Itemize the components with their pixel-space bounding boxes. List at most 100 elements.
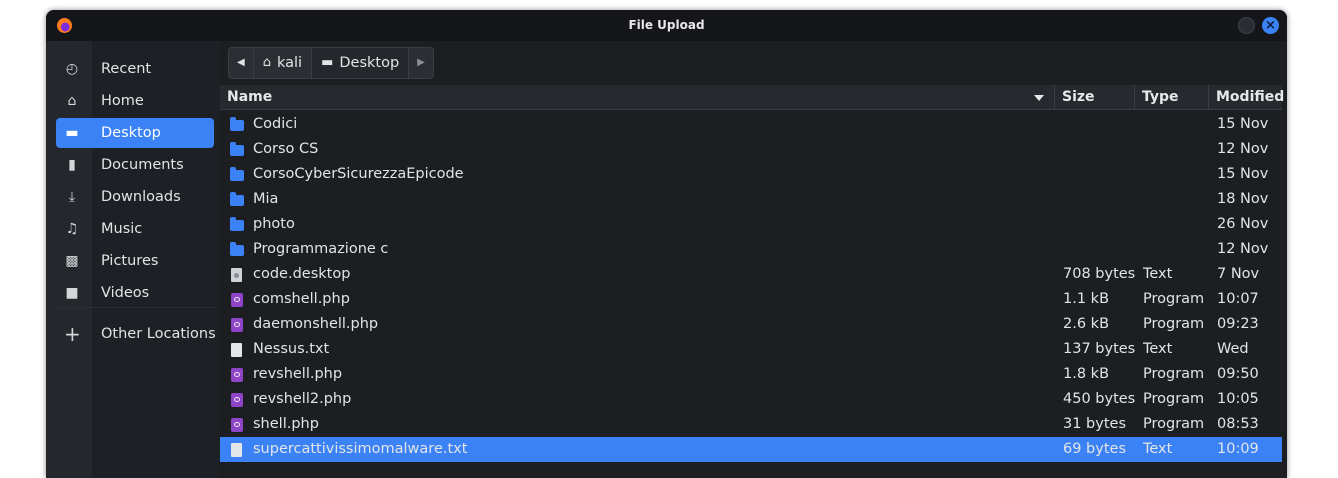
column-label: Type xyxy=(1142,89,1179,105)
column-label: Name xyxy=(227,89,273,105)
column-header-size[interactable]: Size xyxy=(1055,85,1135,109)
desktop-icon: ▬ xyxy=(321,55,334,70)
sidebar-item-desktop[interactable]: ▬ Desktop xyxy=(56,118,214,148)
path-back-button[interactable]: ◀ xyxy=(229,48,254,78)
sidebar-item-label: Pictures xyxy=(101,253,159,269)
sidebar-item-label: Documents xyxy=(101,157,184,173)
path-segment-desktop[interactable]: ▬ Desktop xyxy=(312,48,410,78)
column-header-type[interactable]: Type xyxy=(1135,85,1209,109)
file-size: 1.1 kB xyxy=(1063,291,1110,307)
folder-icon xyxy=(230,242,244,256)
file-size: 708 bytes xyxy=(1063,266,1136,282)
chevron-right-icon: ▶ xyxy=(417,57,425,68)
sidebar-item-label: Downloads xyxy=(101,189,181,205)
music-icon: ♫ xyxy=(65,221,79,237)
path-forward-button[interactable]: ▶ xyxy=(409,48,433,78)
path-segment-label: kali xyxy=(276,55,303,71)
file-size: 69 bytes xyxy=(1063,441,1127,457)
file-type: Text xyxy=(1143,266,1173,282)
close-button[interactable]: × xyxy=(1262,17,1279,34)
sidebar-item-label: Desktop xyxy=(101,125,161,141)
file-modified: 09:50 xyxy=(1217,366,1259,382)
file-modified: 15 Nov xyxy=(1217,166,1269,182)
file-type: Program xyxy=(1143,416,1205,432)
file-browser: ◀ ⌂ kali ▬ Desktop ▶ Name Size Type Modi… xyxy=(220,41,1287,478)
file-row[interactable]: Codici 15 Nov xyxy=(220,112,1282,137)
file-modified: 12 Nov xyxy=(1217,141,1269,157)
file-type: Program xyxy=(1143,291,1205,307)
file-name: Programmazione c xyxy=(253,241,389,257)
column-label: Size xyxy=(1062,89,1095,105)
folder-icon xyxy=(230,117,244,131)
file-modified: 10:09 xyxy=(1217,441,1259,457)
file-size: 450 bytes xyxy=(1063,391,1136,407)
file-modified: Wed xyxy=(1217,341,1249,357)
clock-icon: ◴ xyxy=(65,61,79,77)
file-type: Program xyxy=(1143,316,1205,332)
file-size: 137 bytes xyxy=(1063,341,1136,357)
column-header-modified[interactable]: Modified xyxy=(1209,85,1285,109)
window-title: File Upload xyxy=(628,18,705,32)
sidebar-item-label: Recent xyxy=(101,61,152,77)
video-icon: ■ xyxy=(65,285,79,301)
path-segment-label: Desktop xyxy=(339,55,400,71)
chevron-left-icon: ◀ xyxy=(237,57,245,68)
sidebar-item-other-locations[interactable]: + Other Locations xyxy=(56,319,216,349)
file-row[interactable]: Nessus.txt 137 bytes Text Wed xyxy=(220,337,1282,362)
file-row[interactable]: code.desktop 708 bytes Text 7 Nov xyxy=(220,262,1282,287)
file-row[interactable]: Corso CS 12 Nov xyxy=(220,137,1282,162)
sidebar-item-label: Other Locations xyxy=(101,326,216,342)
file-row[interactable]: revshell.php 1.8 kB Program 09:50 xyxy=(220,362,1282,387)
file-row[interactable]: photo 26 Nov xyxy=(220,212,1282,237)
sidebar-item-label: Videos xyxy=(101,285,150,301)
file-name: Codici xyxy=(253,116,298,132)
file-modified: 18 Nov xyxy=(1217,191,1269,207)
file-row[interactable]: supercattivissimomalware.txt 69 bytes Text… xyxy=(220,437,1282,462)
minimize-button[interactable] xyxy=(1238,17,1255,34)
sidebar-item-downloads[interactable]: ⤓ Downloads xyxy=(56,182,214,212)
file-row[interactable]: Mia 18 Nov xyxy=(220,187,1282,212)
file-name: comshell.php xyxy=(253,291,350,307)
sort-descending-icon xyxy=(1034,95,1044,101)
file-modified: 15 Nov xyxy=(1217,116,1269,132)
file-row[interactable]: shell.php 31 bytes Program 08:53 xyxy=(220,412,1282,437)
column-label: Modified xyxy=(1216,89,1285,105)
file-type: Text xyxy=(1143,341,1173,357)
file-chooser-window: File Upload × ◴ Recent ⌂ Home ▬ Desktop ▮ Docum… xyxy=(46,10,1287,478)
plus-icon: + xyxy=(64,322,81,346)
file-name: Corso CS xyxy=(253,141,319,157)
column-header-name[interactable]: Name xyxy=(220,85,1055,109)
file-list: Codici 15 Nov Corso CS 12 Nov CorsoCyberSicu… xyxy=(220,112,1282,462)
titlebar: File Upload × xyxy=(46,10,1287,41)
file-row[interactable]: Programmazione c 12 Nov xyxy=(220,237,1282,262)
file-row[interactable]: comshell.php 1.1 kB Program 10:07 xyxy=(220,287,1282,312)
sidebar-item-documents[interactable]: ▮ Documents xyxy=(56,150,214,180)
file-name: shell.php xyxy=(253,416,319,432)
sidebar-item-pictures[interactable]: ▩ Pictures xyxy=(56,246,214,276)
sidebar-item-videos[interactable]: ■ Videos xyxy=(56,278,214,308)
sidebar-item-recent[interactable]: ◴ Recent xyxy=(56,54,214,84)
file-name: code.desktop xyxy=(253,266,351,282)
file-name: photo xyxy=(253,216,295,232)
path-segment-home[interactable]: ⌂ kali xyxy=(254,48,313,78)
places-sidebar: ◴ Recent ⌂ Home ▬ Desktop ▮ Documents ⤓ Downloads… xyxy=(46,41,220,478)
text-file-icon xyxy=(231,343,242,357)
file-name: revshell2.php xyxy=(253,391,352,407)
sidebar-item-home[interactable]: ⌂ Home xyxy=(56,86,214,116)
picture-icon: ▩ xyxy=(65,253,79,269)
file-modified: 08:53 xyxy=(1217,416,1259,432)
sidebar-item-label: Music xyxy=(101,221,143,237)
sidebar-item-music[interactable]: ♫ Music xyxy=(56,214,214,244)
file-modified: 09:23 xyxy=(1217,316,1259,332)
document-icon: ▮ xyxy=(68,157,76,173)
file-modified: 26 Nov xyxy=(1217,216,1269,232)
file-name: supercattivissimomalware.txt xyxy=(253,441,468,457)
file-modified: 7 Nov xyxy=(1217,266,1260,282)
file-type: Program xyxy=(1143,366,1205,382)
php-file-icon xyxy=(231,318,243,332)
file-name: daemonshell.php xyxy=(253,316,379,332)
text-file-icon xyxy=(231,443,242,457)
file-row[interactable]: daemonshell.php 2.6 kB Program 09:23 xyxy=(220,312,1282,337)
file-row[interactable]: CorsoCyberSicurezzaEpicode 15 Nov xyxy=(220,162,1282,187)
file-row[interactable]: revshell2.php 450 bytes Program 10:05 xyxy=(220,387,1282,412)
